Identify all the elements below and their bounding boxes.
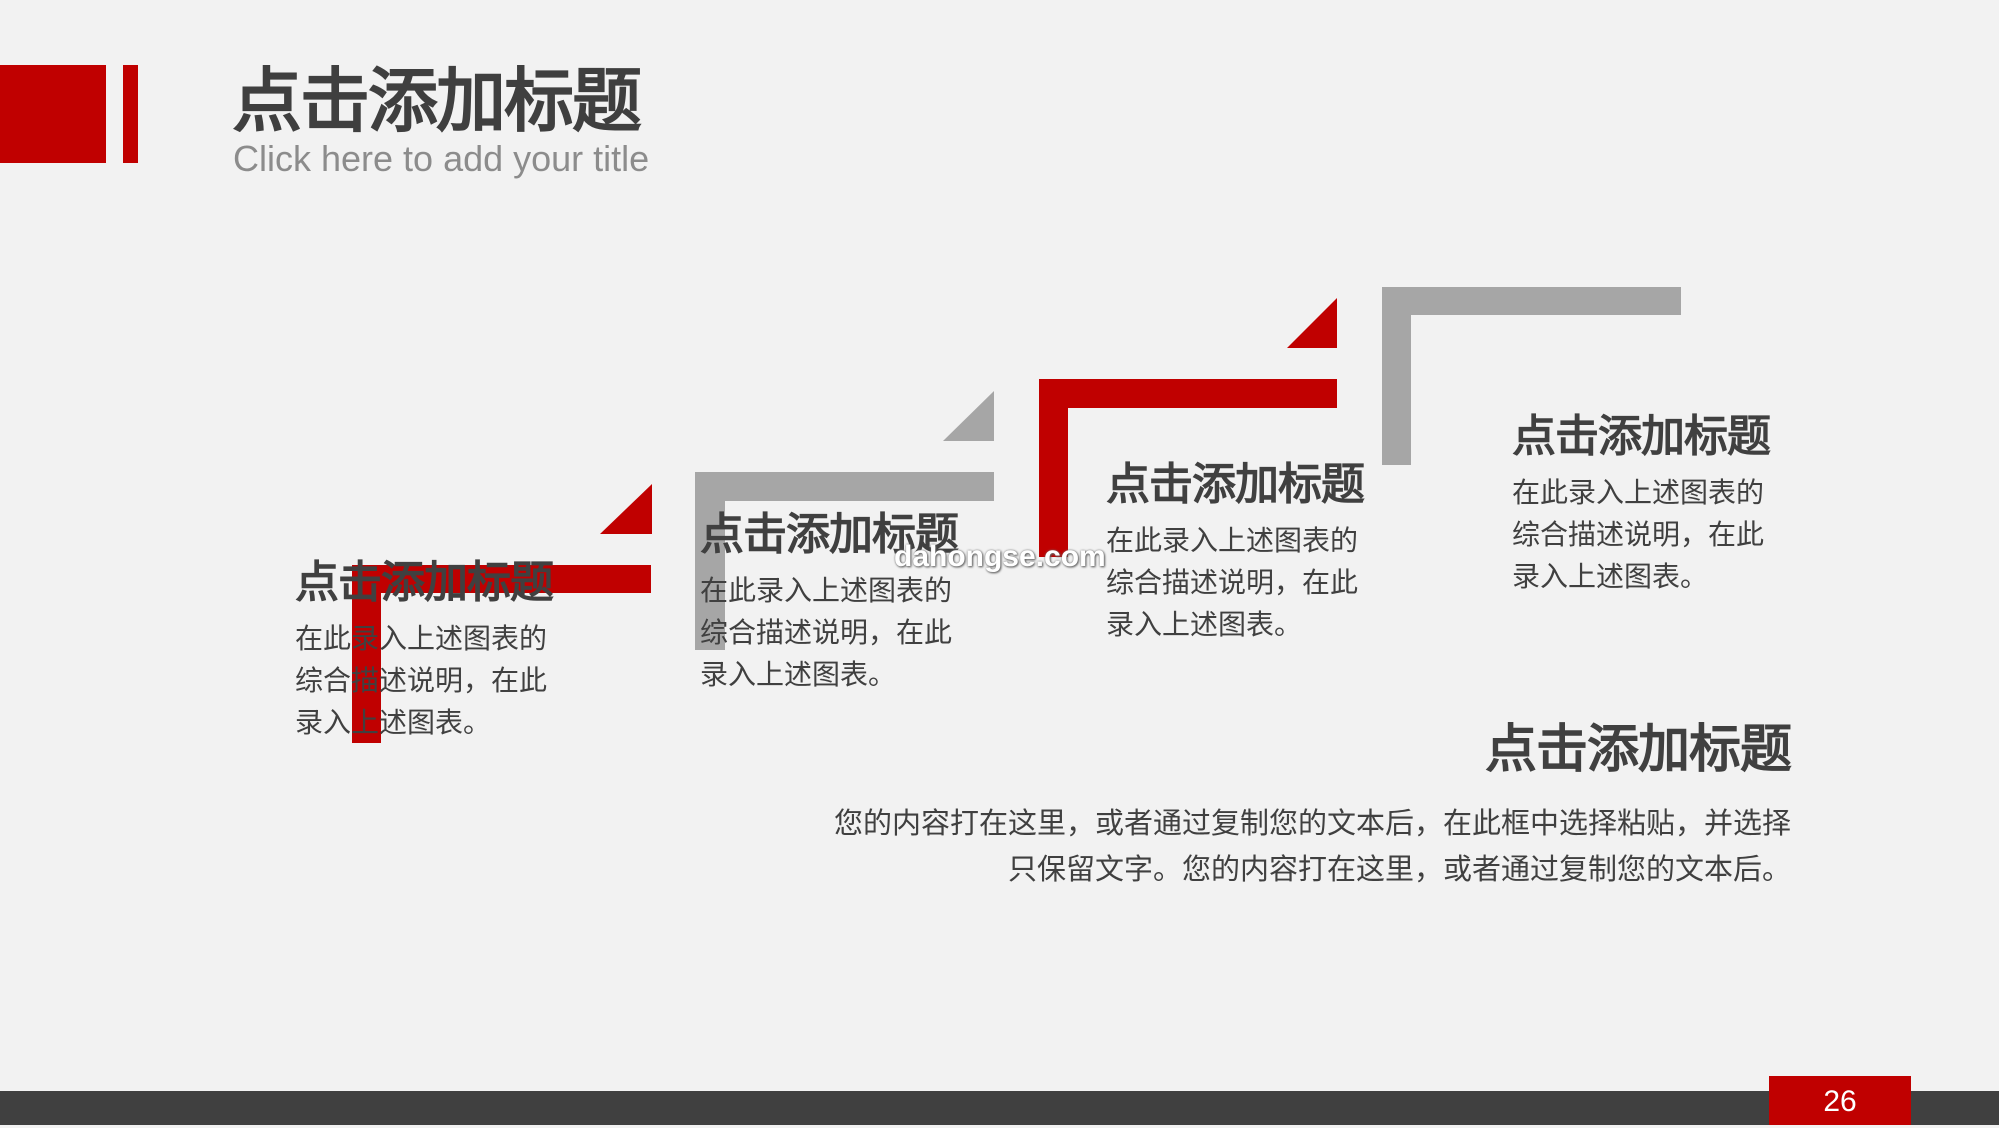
step-3-bracket-vertical: [1039, 379, 1068, 557]
header-red-block: [0, 65, 106, 163]
summary-title: 点击添加标题: [1484, 720, 1792, 780]
step-1-title: 点击添加标题: [295, 557, 554, 608]
step-2-bracket-horizontal: [695, 472, 994, 501]
step-2-text: 点击添加标题 在此录入上述图表的 综合描述说明，在此 录入上述图表。: [700, 508, 1000, 696]
watermark-text: dahongse.com: [894, 540, 1106, 573]
header-red-stripe: [123, 65, 138, 163]
step-4-description: 在此录入上述图表的 综合描述说明，在此 录入上述图表。: [1512, 476, 1765, 593]
step-4-bracket-horizontal: [1382, 287, 1681, 315]
page-title: 点击添加标题: [232, 60, 642, 142]
step-2-triangle-shape: [943, 391, 994, 441]
step-2-description: 在此录入上述图表的 综合描述说明，在此 录入上述图表。: [700, 574, 953, 691]
step-4-text: 点击添加标题 在此录入上述图表的 综合描述说明，在此 录入上述图表。: [1512, 410, 1812, 598]
summary-body: 您的内容打在这里，或者通过复制您的文本后，在此框中选择粘贴，并选择只保留文字。您…: [833, 806, 1791, 886]
step-1-corner-triangle: [600, 484, 652, 534]
step-3-text: 点击添加标题 在此录入上述图表的 综合描述说明，在此 录入上述图表。: [1106, 458, 1406, 646]
step-1-text: 点击添加标题 在此录入上述图表的 综合描述说明，在此 录入上述图表。: [295, 556, 595, 744]
step-2-corner-triangle: [943, 391, 994, 441]
page-subtitle: Click here to add your title: [233, 138, 650, 179]
step-1-triangle-shape: [600, 484, 652, 534]
footer-bar: [0, 1091, 1999, 1125]
step-3-description: 在此录入上述图表的 综合描述说明，在此 录入上述图表。: [1106, 524, 1359, 641]
page-number: 26: [1769, 1076, 1911, 1125]
step-3-corner-triangle: [1287, 298, 1337, 348]
step-1-description: 在此录入上述图表的 综合描述说明，在此 录入上述图表。: [295, 622, 548, 739]
step-4-bracket-vertical: [1382, 287, 1411, 465]
step-3-bracket-horizontal: [1039, 379, 1337, 408]
step-3-triangle-shape: [1287, 298, 1337, 348]
step-3-title: 点击添加标题: [1106, 459, 1365, 510]
step-4-title: 点击添加标题: [1512, 411, 1771, 462]
